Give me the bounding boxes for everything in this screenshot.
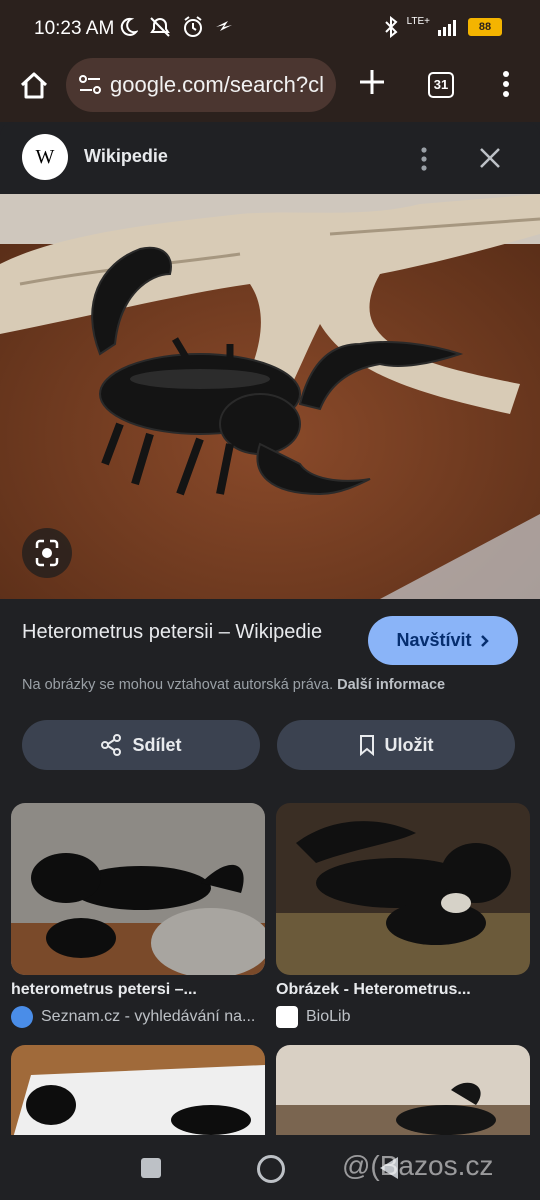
data-saver-icon bbox=[216, 21, 232, 31]
lens-icon bbox=[35, 539, 59, 567]
related-source-2[interactable]: BioLib bbox=[276, 1006, 536, 1028]
related-image-2[interactable] bbox=[276, 803, 530, 975]
tabs-icon[interactable]: 31 bbox=[428, 72, 454, 98]
result-title[interactable]: Heterometrus petersii – Wikipedie bbox=[22, 618, 352, 646]
copyright-text: Na obrázky se mohou vztahovat autorská p… bbox=[22, 677, 334, 693]
status-time: 10:23 AM bbox=[34, 18, 115, 39]
moon-icon bbox=[120, 17, 138, 36]
visit-button[interactable]: Navštívit bbox=[368, 616, 518, 665]
google-lens-button[interactable] bbox=[22, 528, 72, 578]
scorpion-image bbox=[0, 194, 540, 599]
close-icon[interactable] bbox=[478, 146, 502, 170]
share-icon bbox=[101, 734, 122, 756]
alarm-icon bbox=[184, 16, 202, 37]
visit-label: Navštívit bbox=[396, 630, 472, 650]
copyright-notice: Na obrázky se mohou vztahovat autorská p… bbox=[22, 677, 532, 693]
related-image-4[interactable] bbox=[276, 1045, 530, 1145]
bookmark-icon bbox=[359, 735, 374, 756]
related-image-1[interactable] bbox=[11, 803, 265, 975]
status-icons-left bbox=[118, 16, 234, 38]
signal-icon bbox=[438, 20, 456, 36]
bluetooth-icon bbox=[384, 16, 398, 38]
status-bar: 10:23 AM LTE+ 88 bbox=[0, 0, 540, 56]
plus-icon[interactable] bbox=[358, 68, 386, 96]
status-icons-right: LTE+ 88 bbox=[383, 16, 502, 38]
address-bar[interactable]: google.com/search?cl bbox=[66, 58, 336, 112]
main-image[interactable] bbox=[0, 194, 540, 599]
more-info-link[interactable]: Další informace bbox=[337, 677, 445, 693]
related-image-3-picture bbox=[11, 1045, 265, 1145]
save-button[interactable]: Uložit bbox=[277, 720, 515, 770]
panel-header: W Wikipedie bbox=[0, 122, 540, 194]
browser-toolbar: google.com/search?cl 31 bbox=[0, 56, 540, 122]
biolib-icon bbox=[276, 1006, 298, 1028]
site-settings-icon[interactable] bbox=[78, 74, 102, 96]
network-type: LTE+ bbox=[406, 15, 430, 27]
chevron-right-icon bbox=[480, 634, 489, 647]
watermark: @(Bazos.cz bbox=[342, 1150, 494, 1181]
share-button[interactable]: Sdílet bbox=[22, 720, 260, 770]
related-source-2-label: BioLib bbox=[306, 1008, 351, 1025]
wikipedia-logo: W bbox=[22, 134, 68, 180]
related-source-1-label: Seznam.cz - vyhledávání na... bbox=[41, 1008, 256, 1025]
more-vert-icon[interactable] bbox=[414, 144, 434, 174]
related-image-2-picture bbox=[276, 803, 530, 975]
related-source-1[interactable]: Seznam.cz - vyhledávání na... bbox=[11, 1006, 271, 1028]
home-icon[interactable] bbox=[18, 70, 50, 102]
recents-button[interactable] bbox=[141, 1158, 161, 1178]
save-label: Uložit bbox=[384, 734, 434, 755]
url-text: google.com/search?cl bbox=[110, 72, 325, 97]
related-image-1-picture bbox=[11, 803, 265, 975]
related-image-4-picture bbox=[276, 1045, 530, 1145]
battery-icon: 88 bbox=[468, 18, 502, 36]
more-vert-icon[interactable] bbox=[496, 69, 516, 99]
related-image-3[interactable] bbox=[11, 1045, 265, 1145]
related-caption-1[interactable]: heterometrus petersi –... bbox=[11, 981, 265, 999]
mute-icon bbox=[150, 17, 170, 37]
share-label: Sdílet bbox=[132, 734, 182, 755]
home-nav-button[interactable] bbox=[257, 1155, 285, 1183]
seznam-icon bbox=[11, 1006, 33, 1028]
related-caption-2[interactable]: Obrázek - Heterometrus... bbox=[276, 981, 530, 999]
site-name: Wikipedie bbox=[84, 146, 168, 166]
